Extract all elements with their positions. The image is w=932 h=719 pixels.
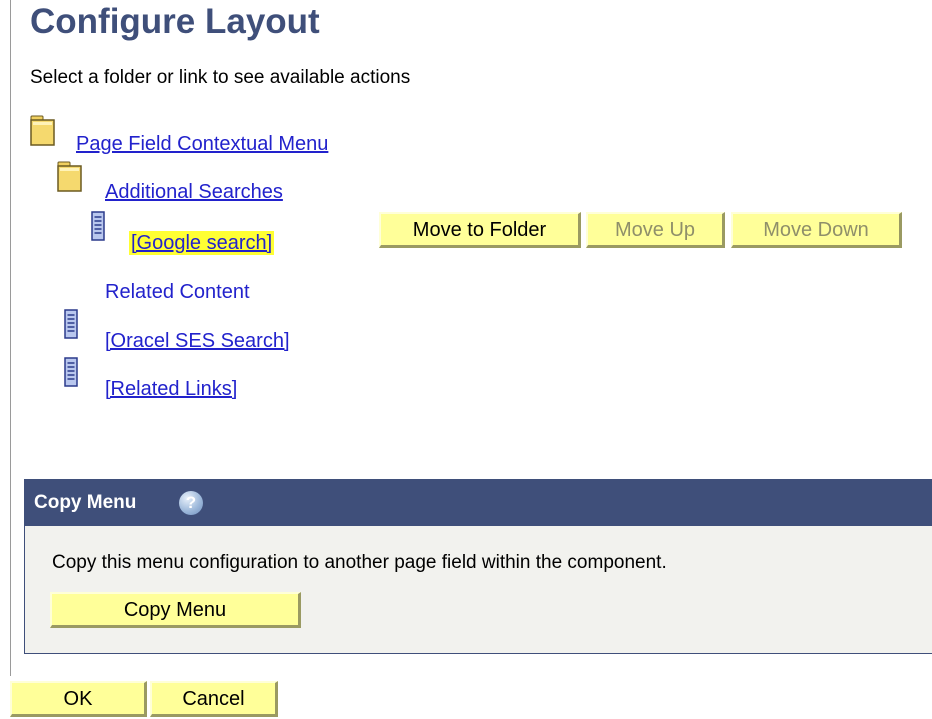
tree-label-related-content: Related Content xyxy=(105,281,250,303)
copy-menu-header: Copy Menu ? xyxy=(25,479,932,526)
copy-menu-button[interactable]: Copy Menu xyxy=(50,592,301,628)
page-title: Configure Layout xyxy=(30,2,320,41)
help-icon[interactable]: ? xyxy=(179,491,203,515)
copy-menu-description: Copy this menu configuration to another … xyxy=(52,552,667,573)
tree-folder-page-field-contextual-menu[interactable]: Page Field Contextual Menu xyxy=(76,132,328,156)
tree-folder-additional-searches[interactable]: Additional Searches xyxy=(105,180,283,204)
folder-icon[interactable] xyxy=(30,115,56,152)
tree-link-google-search[interactable]: [Google search] xyxy=(129,231,275,255)
copy-menu-section: Copy Menu ? Copy this menu configuration… xyxy=(24,479,932,654)
tree-link-related-links[interactable]: [Related Links] xyxy=(105,377,237,401)
move-to-folder-button[interactable]: Move to Folder xyxy=(379,212,581,248)
instruction-text: Select a folder or link to see available… xyxy=(30,67,411,88)
cancel-button[interactable]: Cancel xyxy=(150,681,278,717)
link-page-icon[interactable] xyxy=(64,309,78,344)
tree-link-oracel-ses-search[interactable]: [Oracel SES Search] xyxy=(105,329,290,353)
ok-button[interactable]: OK xyxy=(10,681,147,717)
link-page-icon[interactable] xyxy=(64,357,78,392)
move-down-button[interactable]: Move Down xyxy=(731,212,902,248)
copy-menu-header-title: Copy Menu xyxy=(34,492,137,513)
move-up-button[interactable]: Move Up xyxy=(586,212,725,248)
link-page-icon[interactable] xyxy=(91,211,105,246)
folder-icon[interactable] xyxy=(57,161,83,198)
left-divider xyxy=(10,0,11,676)
